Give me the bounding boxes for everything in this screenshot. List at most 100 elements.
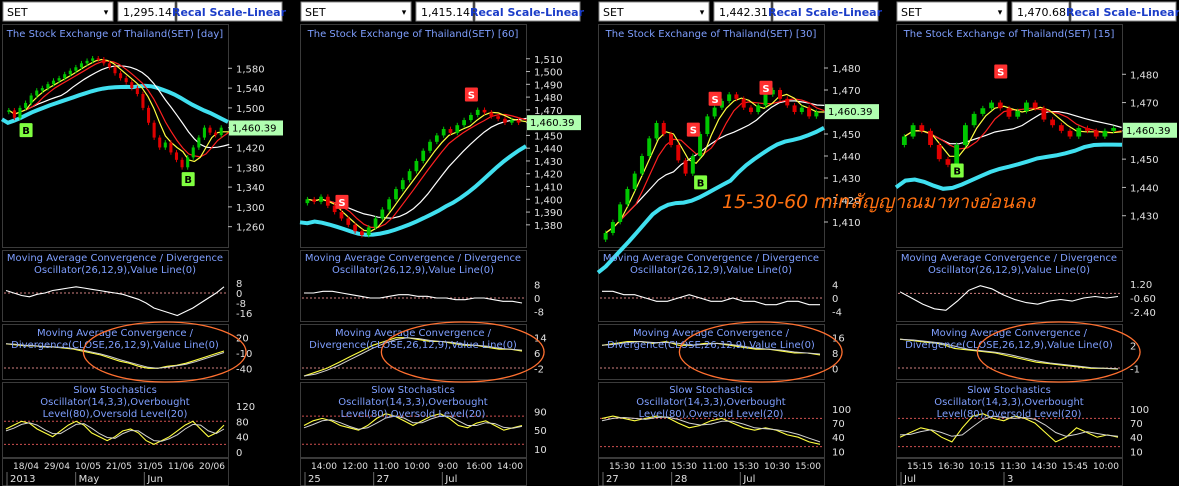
chevron-down-icon: ▾ bbox=[402, 8, 407, 18]
candle-body bbox=[353, 224, 357, 232]
stoch-pane-title: Slow Stochastics bbox=[669, 385, 753, 396]
macd-line bbox=[304, 290, 523, 304]
candle-body bbox=[387, 199, 392, 210]
time-tick-label: 21/05 bbox=[106, 462, 132, 472]
macd-pane-title: Oscillator(26,12,9),Value Line(0) bbox=[630, 265, 792, 276]
recal-scale-button-label: Recal Scale-Linear bbox=[768, 6, 883, 19]
time-period-label: 27 bbox=[377, 474, 390, 485]
candle-body bbox=[135, 88, 139, 95]
stoch-d-line bbox=[5, 422, 225, 442]
candle-body bbox=[1006, 108, 1012, 117]
candle-body bbox=[394, 189, 398, 200]
candle-body bbox=[174, 152, 179, 160]
last-price-label: 1,460.39 bbox=[232, 123, 277, 134]
candle-body bbox=[661, 123, 666, 134]
price-tick-label: 1,400 bbox=[534, 195, 563, 206]
candle-body bbox=[147, 107, 151, 123]
price-tick-label: 1,440 bbox=[832, 152, 861, 163]
candle-body bbox=[74, 67, 78, 71]
candle-body bbox=[654, 123, 659, 139]
candle-body bbox=[712, 107, 717, 117]
macd2-pane-title: Moving Average Convergence / bbox=[37, 328, 194, 339]
candle-body bbox=[152, 122, 156, 138]
price-pane-title: The Stock Exchange of Thailand(SET) [day… bbox=[6, 29, 223, 40]
price-tick-label: 1,300 bbox=[236, 203, 265, 214]
candle-body bbox=[346, 218, 351, 225]
stoch-tick-label: 70 bbox=[832, 419, 845, 430]
macd-line bbox=[899, 285, 1119, 311]
macd-pane-title: Moving Average Convergence / Divergence bbox=[305, 253, 521, 264]
time-tick-label: 11:00 bbox=[373, 462, 399, 472]
candle-body bbox=[434, 135, 439, 142]
candle-body bbox=[407, 171, 412, 181]
stoch-tick-label: 100 bbox=[1130, 405, 1149, 416]
macd2-pane-title: Divergence(CLOSE,26,12,9),Value Line(0) bbox=[11, 340, 219, 351]
macd-pane-title: Moving Average Convergence / Divergence bbox=[603, 253, 819, 264]
candle-body bbox=[705, 116, 710, 134]
signal-marker-label: S bbox=[468, 91, 475, 102]
candle-body bbox=[208, 127, 212, 133]
candle-body bbox=[40, 88, 44, 91]
candle-body bbox=[85, 60, 89, 64]
candle-body bbox=[763, 94, 768, 106]
price-tick-label: 1,440 bbox=[534, 144, 563, 155]
stoch-tick-label: 10 bbox=[1130, 447, 1143, 458]
candle-body bbox=[910, 125, 916, 137]
candle-body bbox=[455, 125, 460, 133]
price-tick-label: 1,430 bbox=[832, 174, 861, 185]
time-tick-label: 16:30 bbox=[938, 462, 964, 472]
candle-body bbox=[807, 107, 812, 117]
stoch-k-line bbox=[601, 415, 821, 445]
candle-body bbox=[989, 102, 994, 109]
stoch-pane-title: Level(80),Oversold Level(20) bbox=[937, 409, 1082, 420]
candle-body bbox=[107, 63, 111, 68]
header-value: 1,295.14 bbox=[123, 6, 172, 19]
stoch-pane-title: Oscillator(14,3,3),Overbought bbox=[338, 397, 488, 408]
macd-tick-label: -16 bbox=[236, 309, 252, 320]
price-tick-label: 1,390 bbox=[534, 208, 563, 219]
candle-body bbox=[400, 180, 405, 190]
macd-tick-label: 0 bbox=[534, 294, 540, 305]
time-period-label: 28 bbox=[675, 474, 688, 485]
candle-body bbox=[1041, 108, 1047, 120]
symbol-dropdown-value: SET bbox=[603, 6, 624, 19]
time-period-label: 25 bbox=[308, 474, 321, 485]
price-tick-label: 1,470 bbox=[1130, 99, 1159, 110]
candle-body bbox=[1032, 102, 1038, 109]
candle-body bbox=[901, 136, 907, 145]
chart-panel-0: SET ▾ 1,295.14 Recal Scale-Linear B B The Stoc… bbox=[0, 1, 287, 486]
price-tick-label: 1,480 bbox=[534, 93, 563, 104]
price-tick-label: 1,470 bbox=[832, 86, 861, 97]
candle-body bbox=[734, 94, 739, 99]
candle-body bbox=[610, 222, 615, 233]
macd-tick-label: 1.20 bbox=[1130, 280, 1152, 291]
stoch-pane-title: Slow Stochastics bbox=[967, 385, 1051, 396]
price-tick-label: 1,510 bbox=[534, 55, 563, 66]
price-tick-label: 1,450 bbox=[1130, 155, 1159, 166]
time-period-label: May bbox=[79, 474, 100, 485]
candle-body bbox=[945, 159, 951, 165]
ma-slow-line bbox=[904, 111, 1122, 145]
candle-body bbox=[1111, 128, 1117, 131]
time-tick-label: 10:30 bbox=[764, 462, 790, 472]
candle-body bbox=[928, 130, 933, 145]
candle-body bbox=[639, 156, 644, 174]
price-tick-label: 1,540 bbox=[236, 84, 265, 95]
stoch-tick-label: 100 bbox=[832, 405, 851, 416]
last-price-label: 1,460.39 bbox=[530, 118, 575, 129]
signal-marker-label: S bbox=[762, 84, 769, 95]
candle-body bbox=[124, 78, 128, 83]
candle-body bbox=[414, 160, 419, 172]
candle-body bbox=[748, 107, 753, 112]
candle-body bbox=[180, 159, 184, 168]
price-tick-label: 1,420 bbox=[534, 170, 563, 181]
candle-body bbox=[202, 127, 206, 138]
annotation-text: 15-30-60 minสัญญาณมาทางอ่อนลง bbox=[722, 191, 1035, 213]
stoch-tick-label: 10 bbox=[534, 445, 547, 456]
candle-body bbox=[163, 142, 167, 148]
time-tick-label: 15:00 bbox=[795, 462, 821, 472]
candle-body bbox=[130, 82, 134, 89]
candle-body bbox=[312, 199, 317, 202]
candle-body bbox=[421, 150, 426, 161]
price-tick-label: 1,480 bbox=[1130, 70, 1159, 81]
